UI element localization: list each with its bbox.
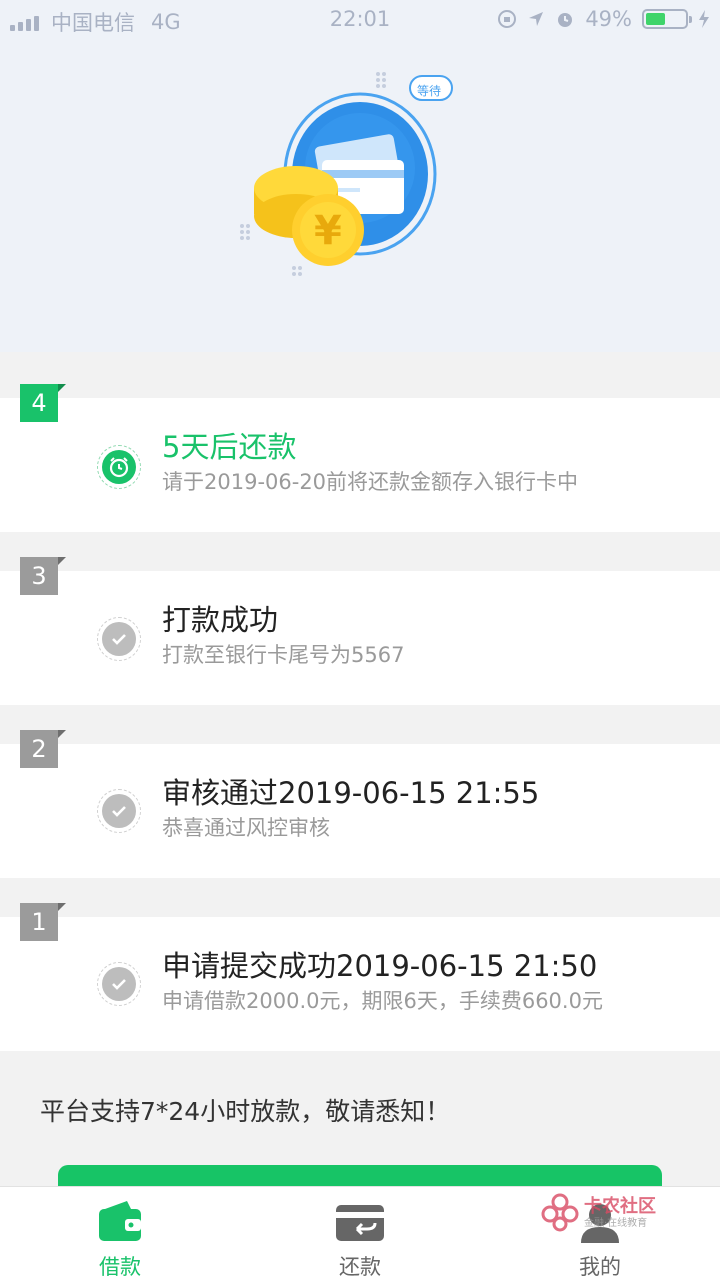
status-bar: 中国电信 4G 22:01 49% [0, 0, 720, 40]
coin-yen-symbol: ¥ [314, 208, 342, 254]
service-notice: 平台支持7*24小时放款，敬请悉知！ [40, 1097, 451, 1126]
step-desc: 申请借款2000.0元，期限6天，手续费660.0元 [162, 989, 603, 1013]
battery-percent: 49% [585, 7, 632, 31]
watermark-logo: 卡农社区 金融·在线教育 [540, 1192, 670, 1232]
alarm-clock-icon [97, 445, 141, 489]
tab-loan[interactable]: 借款 [40, 1187, 200, 1280]
check-icon [97, 617, 141, 661]
step-title: 打款成功 [162, 603, 279, 637]
alarm-icon [558, 13, 573, 27]
tab-label: 我的 [579, 1255, 621, 1279]
step-desc: 请于2019-06-20前将还款金额存入银行卡中 [162, 470, 579, 494]
tab-label: 借款 [99, 1255, 141, 1279]
charging-icon [699, 10, 709, 28]
step-number-badge: 3 [20, 557, 66, 595]
step-desc: 打款至银行卡尾号为5567 [162, 643, 405, 667]
tab-label: 还款 [339, 1255, 381, 1279]
waiting-badge: 等待 [417, 84, 442, 98]
rotation-lock-icon [498, 10, 517, 28]
wallet-icon [99, 1201, 141, 1241]
step-title: 申请提交成功2019-06-15 21:50 [162, 949, 598, 983]
step-number-badge: 2 [20, 730, 66, 768]
repay-card-icon [336, 1205, 384, 1241]
step-card-payout: 3 打款成功 打款至银行卡尾号为5567 [0, 557, 720, 705]
step-title: 审核通过2019-06-15 21:55 [162, 776, 540, 810]
location-icon [529, 12, 544, 26]
step-card-repay: 4 5天后还款 请于2019-06-20前将还款金额存入银行卡中 [0, 384, 720, 532]
check-icon [97, 789, 141, 833]
step-title: 5天后还款 [162, 430, 297, 464]
hero-banner: 等待 ¥ [0, 40, 720, 352]
step-card-review: 2 审核通过2019-06-15 21:55 恭喜通过风控审核 [0, 730, 720, 878]
check-icon [97, 962, 141, 1006]
step-number-badge: 1 [20, 903, 66, 941]
battery-icon [642, 9, 692, 29]
step-card-apply: 1 申请提交成功2019-06-15 21:50 申请借款2000.0元，期限6… [0, 903, 720, 1051]
loan-waiting-illustration [240, 72, 453, 276]
watermark-subtitle: 金融·在线教育 [584, 1218, 648, 1229]
step-desc: 恭喜通过风控审核 [162, 816, 330, 840]
step-number-badge: 4 [20, 384, 66, 422]
watermark-flower-icon [541, 1193, 579, 1232]
tab-repay[interactable]: 还款 [280, 1187, 440, 1280]
